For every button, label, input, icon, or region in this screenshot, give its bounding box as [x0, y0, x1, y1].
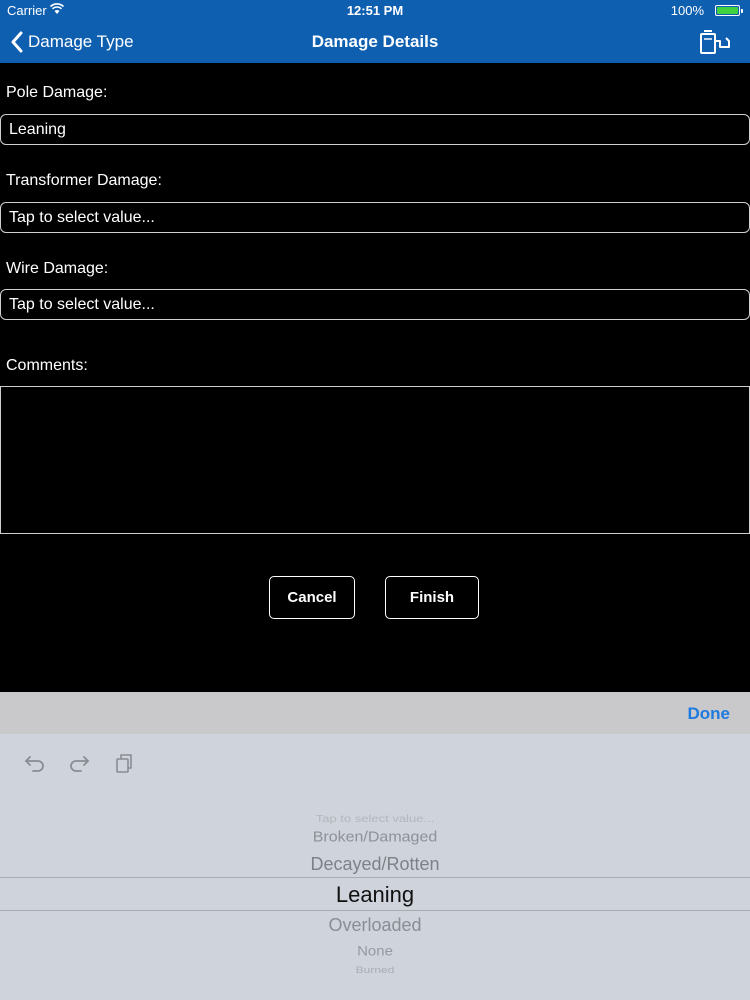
picker-selection-line-bottom — [0, 910, 750, 911]
comments-label: Comments: — [6, 357, 88, 374]
picker-option[interactable]: Broken/Damaged — [0, 830, 750, 846]
pole-damage-label: Pole Damage: — [6, 84, 108, 101]
picker-option[interactable]: Decayed/Rotten — [0, 854, 750, 875]
gas-pump-icon[interactable] — [698, 29, 732, 55]
picker-option-selected[interactable]: Leaning — [0, 882, 750, 908]
wire-damage-label: Wire Damage: — [6, 260, 109, 277]
battery-icon — [715, 5, 743, 16]
damage-details-form: Pole Damage: Leaning Transformer Damage:… — [0, 63, 750, 692]
finish-button[interactable]: Finish — [385, 576, 479, 619]
pole-damage-field[interactable]: Leaning — [0, 114, 750, 145]
comments-textarea[interactable] — [0, 386, 750, 534]
transformer-damage-field[interactable]: Tap to select value... — [0, 202, 750, 233]
picker-option[interactable]: Burned — [0, 965, 750, 976]
page-title: Damage Details — [311, 32, 439, 51]
undo-icon[interactable] — [24, 752, 46, 774]
transformer-damage-label: Transformer Damage: — [6, 172, 162, 189]
status-bar: Carrier 12:51 PM 100% — [0, 0, 750, 21]
wire-damage-field[interactable]: Tap to select value... — [0, 289, 750, 320]
done-button[interactable]: Done — [688, 704, 731, 724]
picker-option[interactable]: Overloaded — [0, 915, 750, 936]
redo-icon[interactable] — [68, 752, 90, 774]
picker-option[interactable]: None — [0, 944, 750, 959]
value-picker[interactable]: Tap to select value... Broken/Damaged De… — [0, 734, 750, 1000]
picker-option[interactable]: Tap to select value... — [0, 813, 750, 824]
status-time: 12:51 PM — [346, 3, 404, 18]
paste-icon[interactable] — [113, 752, 135, 774]
picker-selection-line-top — [0, 877, 750, 878]
cancel-button[interactable]: Cancel — [269, 576, 355, 619]
navigation-bar: Damage Type Damage Details — [0, 21, 750, 63]
picker-toolbar: Done — [0, 692, 750, 734]
battery-percent: 100% — [670, 3, 704, 18]
